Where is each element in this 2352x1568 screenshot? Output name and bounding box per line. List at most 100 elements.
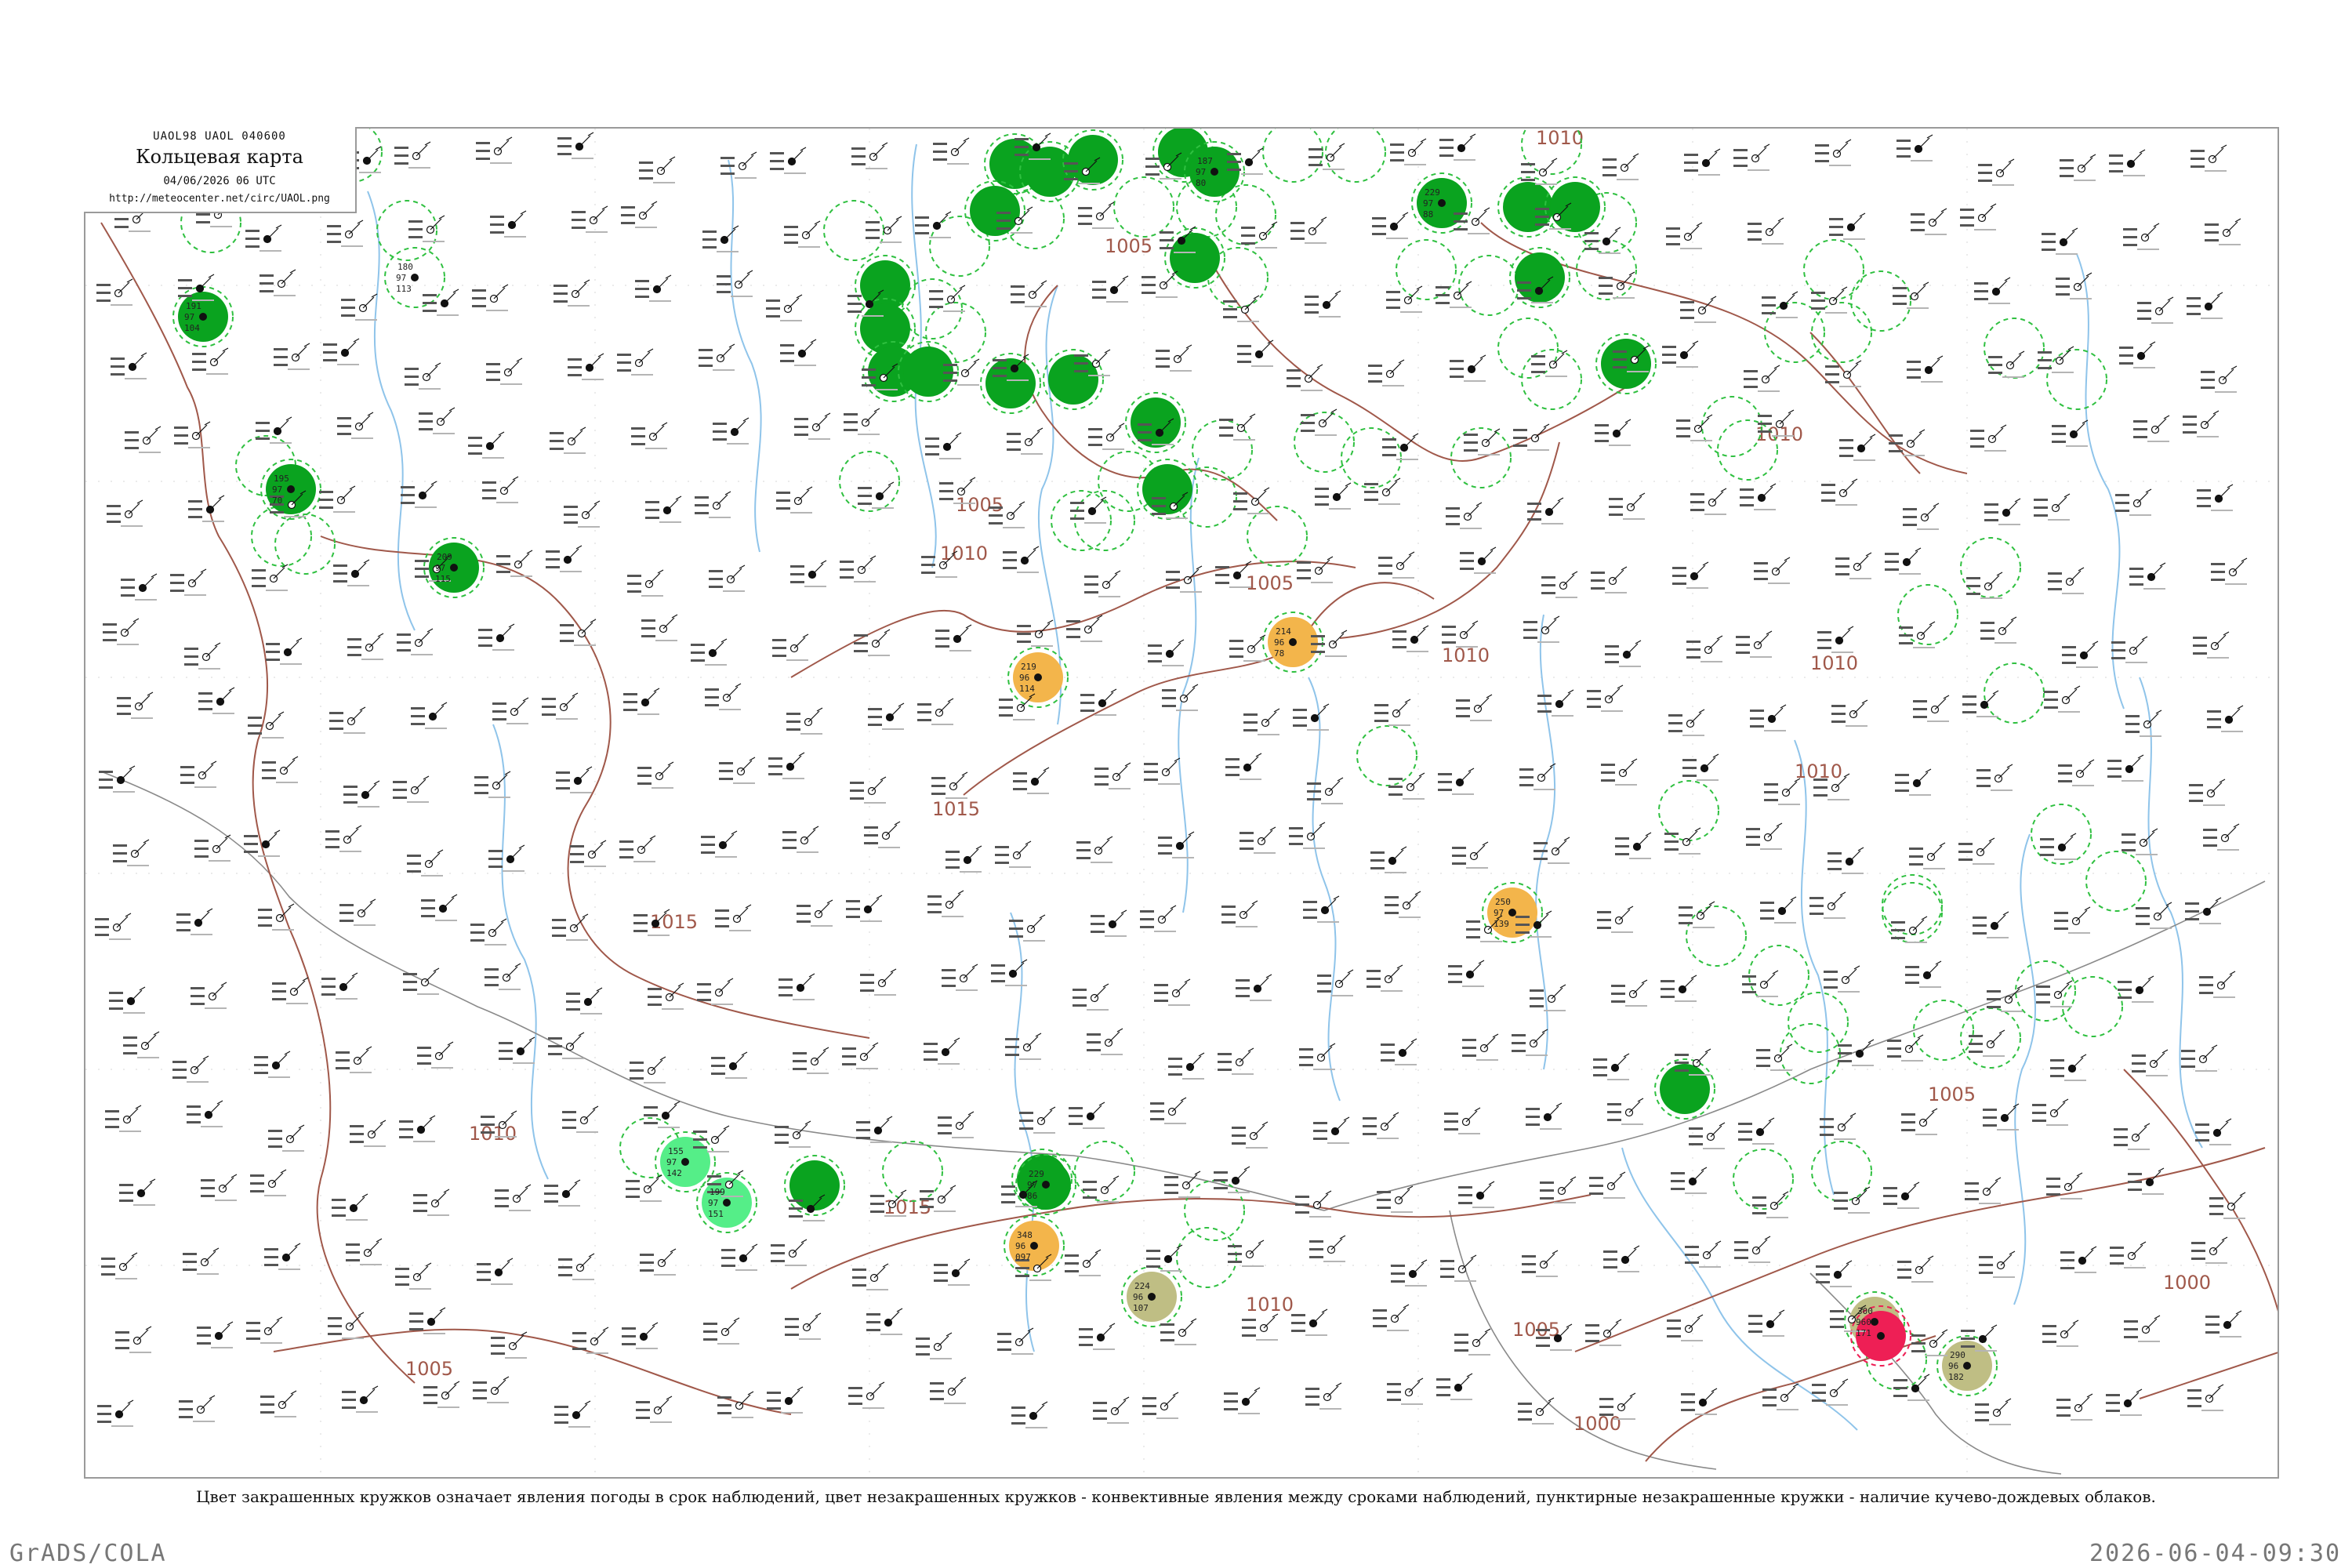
convective-cloud-circle bbox=[1658, 780, 1719, 841]
station-symbol bbox=[786, 707, 823, 735]
synoptic-map[interactable]: 1005 1010 1015 1015 1010 1005 1010 1010 … bbox=[85, 129, 2279, 1479]
station-symbol bbox=[256, 416, 292, 444]
station-symbol bbox=[401, 481, 437, 508]
station-symbol bbox=[187, 1100, 223, 1127]
station-symbol bbox=[1838, 1039, 1875, 1066]
station-symbol bbox=[347, 633, 384, 660]
station-symbol bbox=[995, 840, 1032, 868]
station-dot bbox=[723, 1199, 731, 1207]
station-symbol bbox=[248, 711, 285, 739]
station-dot bbox=[1871, 1318, 1878, 1326]
station-symbol bbox=[562, 1105, 599, 1133]
station-symbol bbox=[115, 1326, 152, 1353]
station-symbol bbox=[1142, 270, 1178, 298]
station-symbol bbox=[1903, 503, 1940, 530]
station-symbol bbox=[342, 1385, 379, 1413]
station-symbol bbox=[198, 687, 235, 714]
station-symbol bbox=[635, 274, 672, 302]
station-symbol bbox=[695, 491, 731, 518]
station-symbol bbox=[560, 619, 597, 646]
station-symbol bbox=[1297, 556, 1334, 583]
station-symbol bbox=[1088, 423, 1125, 450]
station-symbol bbox=[1378, 551, 1415, 579]
convective-cloud-circle bbox=[1497, 318, 1559, 379]
station-symbol bbox=[1762, 1383, 1799, 1410]
station-symbol bbox=[1680, 296, 1717, 323]
station-symbol bbox=[866, 1308, 903, 1335]
station-symbol bbox=[473, 1376, 510, 1403]
station-symbol bbox=[2050, 1054, 2087, 1081]
station-symbol bbox=[1363, 1112, 1399, 1139]
station-symbol bbox=[421, 894, 458, 921]
station-symbol bbox=[496, 550, 533, 577]
station-symbol bbox=[1885, 547, 1922, 575]
station-symbol bbox=[1513, 423, 1550, 451]
station-symbol bbox=[1736, 630, 1773, 658]
station-symbol bbox=[1984, 498, 2021, 525]
convective-cloud-circle bbox=[1113, 176, 1174, 238]
station-symbol bbox=[1750, 704, 1787, 731]
station-symbol bbox=[1970, 424, 2007, 452]
station-symbol bbox=[1011, 280, 1047, 307]
isobar-label: 1005 bbox=[1246, 572, 1294, 594]
station-symbol bbox=[2036, 980, 2073, 1007]
station-symbol bbox=[2207, 705, 2244, 732]
convective-cloud-circle bbox=[1686, 906, 1747, 967]
station-symbol bbox=[1317, 969, 1354, 996]
station-symbol bbox=[1521, 158, 1558, 185]
station-symbol bbox=[1519, 763, 1556, 790]
station-symbol bbox=[472, 284, 509, 311]
station-dot bbox=[1877, 1332, 1885, 1340]
station-symbol bbox=[192, 347, 229, 375]
station-plot[interactable] bbox=[1877, 1332, 1885, 1340]
station-symbol bbox=[1597, 906, 1634, 933]
station-symbol bbox=[622, 1322, 659, 1349]
station-symbol bbox=[336, 1046, 372, 1073]
station-symbol bbox=[1907, 355, 1944, 383]
station-symbol bbox=[1291, 1308, 1328, 1336]
station-symbol bbox=[1667, 1314, 1704, 1341]
station-symbol bbox=[1911, 208, 1947, 235]
station-plot[interactable]: 18097113 bbox=[396, 262, 419, 294]
station-value-t: 97 bbox=[435, 563, 445, 573]
station-symbol bbox=[1078, 201, 1115, 229]
station-symbol bbox=[254, 1051, 291, 1078]
station-symbol bbox=[403, 967, 440, 995]
map-title-box: UAOL98 UAOL 040600 Кольцевая карта 04/06… bbox=[84, 127, 357, 213]
station-symbol bbox=[329, 706, 366, 734]
map-frame[interactable]: 1005 1010 1015 1015 1010 1005 1010 1010 … bbox=[84, 127, 2279, 1479]
convective-cloud-circle bbox=[1850, 270, 1911, 332]
station-symbol bbox=[1070, 496, 1107, 524]
station-symbol bbox=[1905, 960, 1942, 988]
station-symbol bbox=[705, 683, 742, 710]
station-symbol bbox=[1983, 1103, 2020, 1131]
station-symbol bbox=[1390, 138, 1427, 165]
station-symbol bbox=[797, 899, 833, 927]
station-symbol bbox=[550, 426, 586, 454]
station-symbol bbox=[1091, 909, 1127, 937]
station-symbol bbox=[1003, 546, 1040, 573]
station-symbol bbox=[1839, 434, 1876, 461]
station-symbol bbox=[1593, 1053, 1630, 1080]
station-symbol bbox=[719, 757, 756, 784]
station-symbol bbox=[552, 913, 589, 941]
station-symbol bbox=[1305, 1382, 1342, 1410]
station-symbol bbox=[1541, 571, 1578, 598]
station-value-d: 80 bbox=[1196, 178, 1206, 188]
station-value-p: 214 bbox=[1276, 626, 1291, 637]
station-symbol bbox=[568, 353, 604, 380]
station-symbol bbox=[935, 624, 972, 652]
station-symbol bbox=[627, 569, 664, 597]
station-symbol bbox=[468, 431, 505, 459]
station-value-p: 209 bbox=[437, 552, 452, 562]
convective-cloud-circle bbox=[1984, 318, 2045, 379]
station-symbol bbox=[482, 476, 519, 503]
station-value-p: 187 bbox=[1197, 156, 1213, 166]
station-symbol bbox=[1391, 1259, 1428, 1287]
station-symbol bbox=[1087, 1028, 1123, 1055]
station-value-t: 97 bbox=[1027, 1180, 1037, 1190]
station-symbol bbox=[1232, 1121, 1269, 1149]
station-symbol bbox=[1364, 477, 1401, 505]
station-symbol bbox=[495, 1184, 532, 1211]
map-url[interactable]: http://meteocenter.net/circ/UAOL.png bbox=[84, 193, 355, 205]
